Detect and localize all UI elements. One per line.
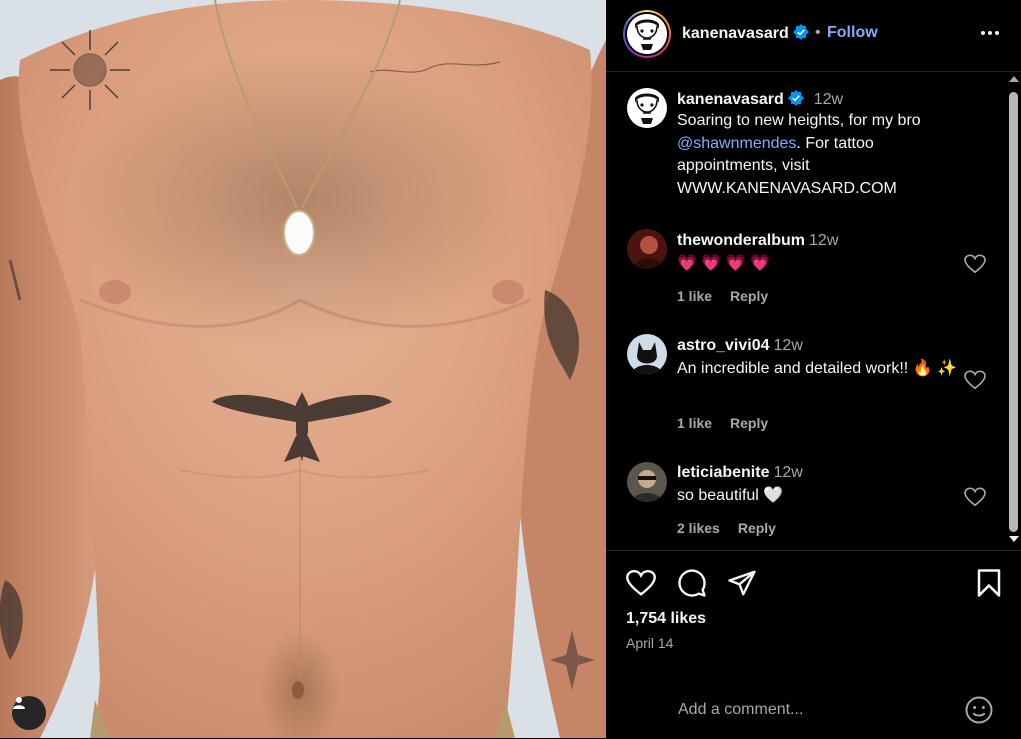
verified-badge-icon bbox=[792, 24, 809, 40]
mention-link[interactable]: @shawnmendes bbox=[677, 135, 796, 152]
heart-icon bbox=[964, 370, 986, 390]
more-options-icon bbox=[981, 31, 999, 35]
scroll-up-arrow-icon[interactable] bbox=[1009, 76, 1019, 82]
emoji-icon bbox=[965, 696, 993, 724]
post-actions: 1,754 likes April 14 bbox=[606, 551, 1021, 691]
comment-author[interactable]: astro_vivi04 12w bbox=[677, 337, 803, 355]
follow-button[interactable]: Follow bbox=[827, 24, 878, 42]
comment-author-text[interactable]: leticiabenite bbox=[677, 464, 769, 481]
heart-icon bbox=[964, 254, 986, 274]
scroll-down-arrow-icon[interactable] bbox=[1009, 536, 1019, 542]
author-username[interactable]: kanenavasard bbox=[682, 24, 809, 43]
comment-meta: 1 like Reply bbox=[677, 288, 786, 304]
comment-time: 12w bbox=[809, 232, 839, 249]
avatar-face-icon bbox=[627, 14, 667, 54]
profile-photo-icon bbox=[627, 229, 667, 269]
comment-text: so beautiful 🤍 bbox=[677, 487, 784, 504]
comment-author[interactable]: leticiabenite 12w bbox=[677, 464, 803, 482]
comment-meta: 2 likes Reply bbox=[677, 520, 794, 536]
reply-button[interactable]: Reply bbox=[730, 415, 768, 431]
reply-button[interactable]: Reply bbox=[738, 520, 776, 536]
scrollbar-thumb[interactable] bbox=[1009, 92, 1018, 532]
comment-like-button[interactable] bbox=[964, 254, 986, 279]
likes-count[interactable]: 1,754 likes bbox=[626, 610, 706, 628]
verified-badge-icon bbox=[787, 90, 804, 106]
user-tag-icon bbox=[13, 697, 25, 709]
comment-likes[interactable]: 1 like bbox=[677, 415, 712, 431]
user-tag-button[interactable] bbox=[12, 696, 46, 730]
share-button[interactable] bbox=[727, 568, 757, 603]
emoji-button[interactable] bbox=[964, 695, 994, 730]
comment-avatar[interactable] bbox=[627, 229, 667, 269]
comment-button[interactable] bbox=[677, 568, 707, 603]
comment-time: 12w bbox=[773, 337, 803, 354]
bookmark-icon bbox=[977, 569, 1001, 597]
post-date: April 14 bbox=[626, 635, 674, 651]
comment-text: 💗 💗 💗 💗 bbox=[677, 255, 771, 272]
comment-likes[interactable]: 2 likes bbox=[677, 520, 720, 536]
caption-text-part1: Soaring to new heights, for my bro bbox=[677, 112, 921, 129]
caption-avatar[interactable] bbox=[627, 88, 667, 128]
post-header: kanenavasard • Follow bbox=[606, 0, 1021, 72]
comment-like-button[interactable] bbox=[964, 370, 986, 395]
comment-input[interactable] bbox=[676, 694, 950, 726]
comment-author-text[interactable]: astro_vivi04 bbox=[677, 337, 770, 354]
save-button[interactable] bbox=[976, 568, 1002, 603]
avatar-face-icon bbox=[627, 88, 667, 128]
reply-button[interactable]: Reply bbox=[730, 288, 768, 304]
profile-photo-icon bbox=[627, 334, 667, 374]
comment-avatar[interactable] bbox=[627, 334, 667, 374]
caption-text: Soaring to new heights, for my bro @shaw… bbox=[677, 110, 977, 200]
comments-list[interactable]: kanenavasard 12w Soaring to new heights,… bbox=[606, 72, 1006, 550]
caption-author[interactable]: kanenavasard 12w bbox=[677, 90, 843, 109]
separator-dot: • bbox=[815, 24, 821, 41]
comment-author[interactable]: thewonderalbum 12w bbox=[677, 232, 838, 250]
profile-photo-icon bbox=[627, 462, 667, 502]
more-options-button[interactable] bbox=[979, 22, 1001, 49]
author-username-text[interactable]: kanenavasard bbox=[682, 25, 789, 42]
heart-icon bbox=[626, 569, 656, 596]
torso-illustration bbox=[0, 0, 606, 738]
caption-author-text[interactable]: kanenavasard bbox=[677, 91, 784, 108]
comment-avatar[interactable] bbox=[627, 462, 667, 502]
comment-text: An incredible and detailed work!! 🔥 ✨ bbox=[677, 360, 957, 377]
comment-icon bbox=[678, 569, 706, 597]
post-photo[interactable] bbox=[0, 0, 606, 738]
caption-time: 12w bbox=[813, 91, 844, 108]
comment-meta: 1 like Reply bbox=[677, 415, 786, 431]
author-avatar[interactable] bbox=[623, 10, 671, 58]
comment-time: 12w bbox=[773, 464, 803, 481]
comment-author-text[interactable]: thewonderalbum bbox=[677, 232, 805, 249]
share-icon bbox=[728, 570, 756, 596]
post-panel: kanenavasard • Follow kanenavasard 12w S… bbox=[606, 0, 1021, 738]
comment-like-button[interactable] bbox=[964, 487, 986, 512]
like-button[interactable] bbox=[626, 569, 656, 602]
heart-icon bbox=[964, 487, 986, 507]
comment-likes[interactable]: 1 like bbox=[677, 288, 712, 304]
comment-composer bbox=[606, 679, 1021, 739]
comments-scrollbar[interactable] bbox=[1006, 72, 1021, 550]
